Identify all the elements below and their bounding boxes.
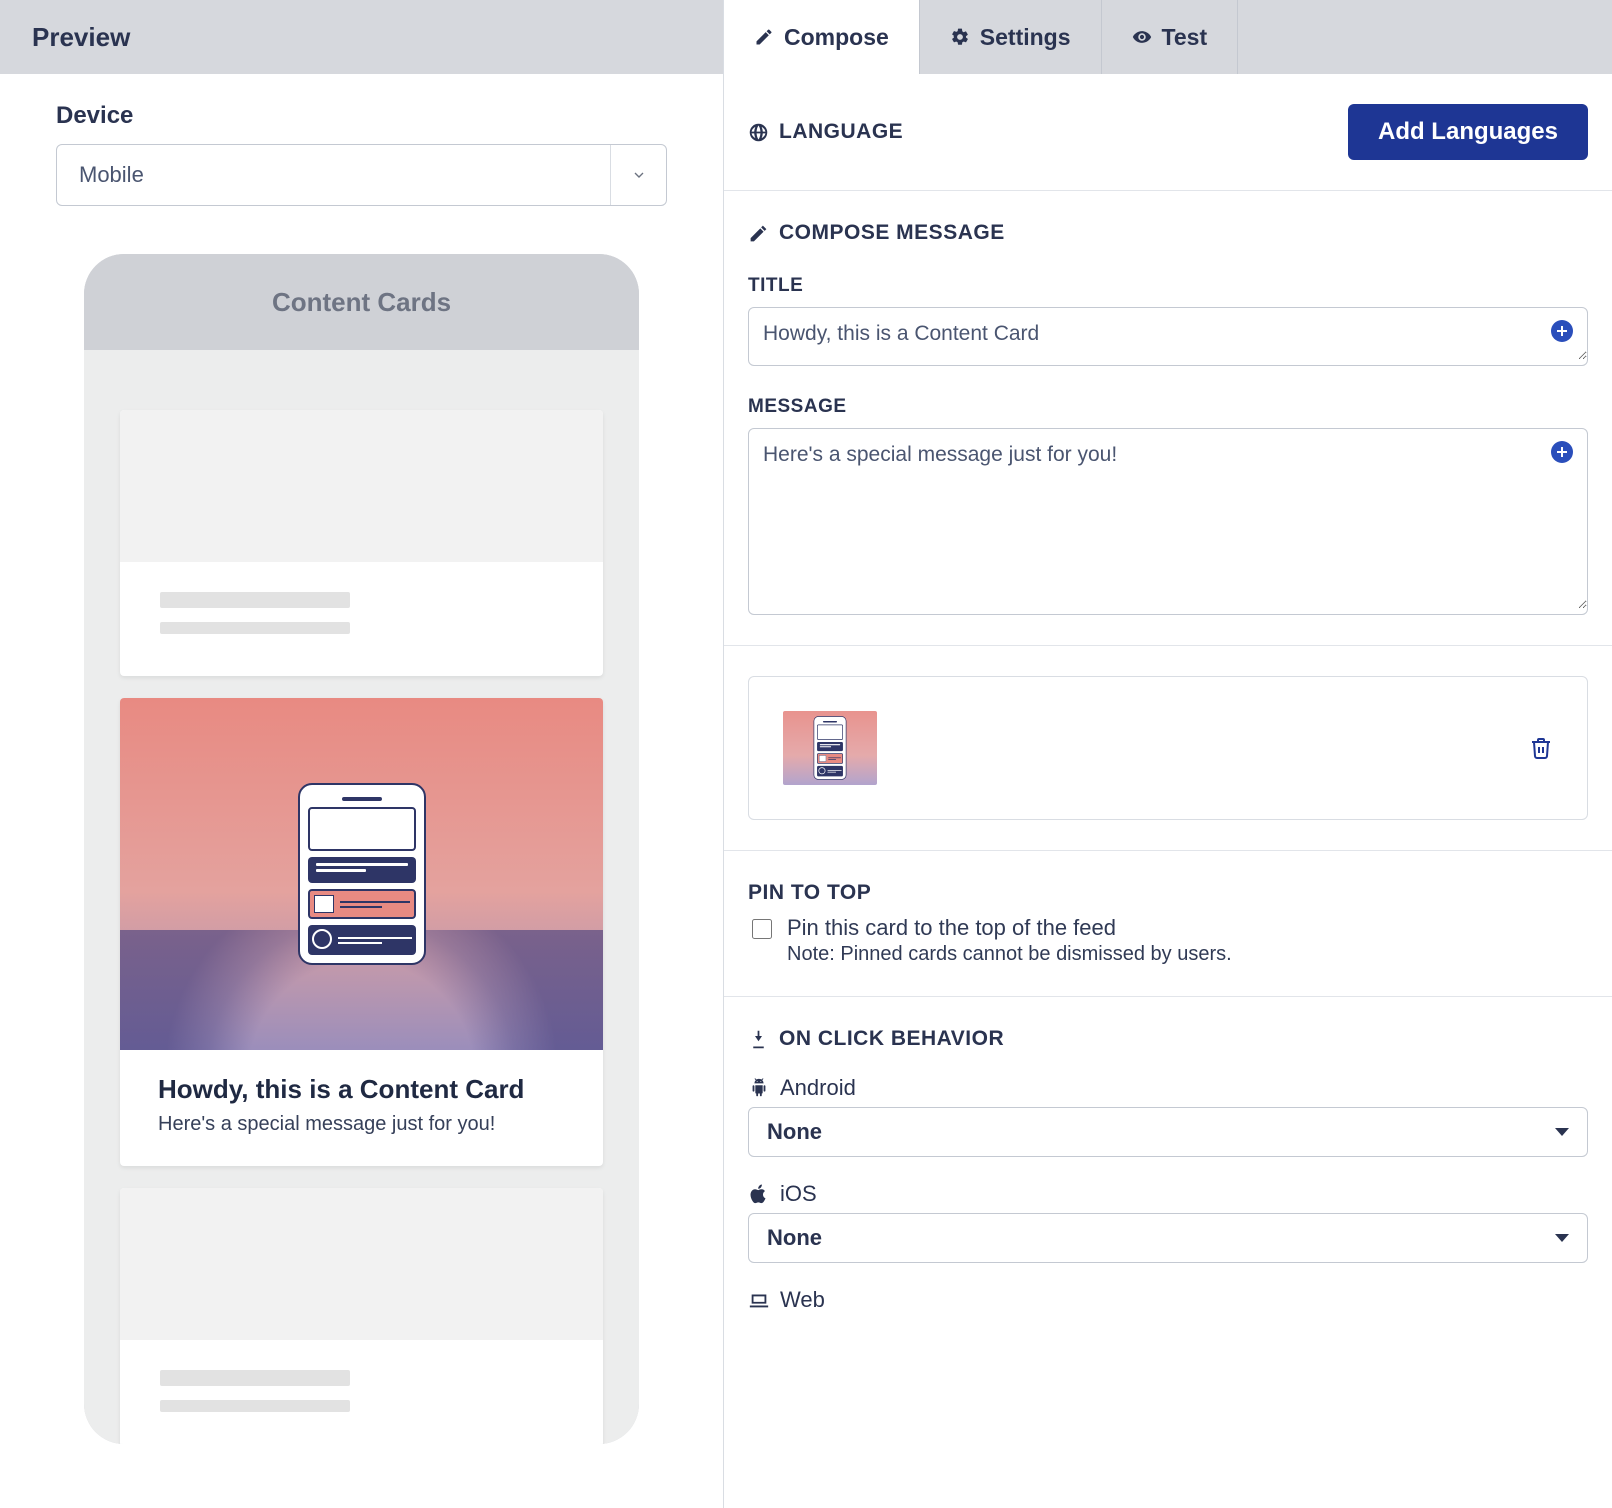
compose-pane: Compose Settings Test LANGUAGE Add Langu… bbox=[724, 0, 1612, 1508]
pin-header-label: PIN TO TOP bbox=[748, 881, 871, 905]
phone-mockup: Content Cards bbox=[84, 254, 639, 1444]
tab-test-label: Test bbox=[1162, 24, 1208, 51]
content-card: Howdy, this is a Content Card Here's a s… bbox=[120, 698, 603, 1166]
placeholder-card bbox=[120, 1188, 603, 1444]
tab-compose-label: Compose bbox=[784, 24, 889, 51]
message-plus-icon[interactable] bbox=[1551, 441, 1573, 463]
language-header: LANGUAGE bbox=[748, 120, 903, 144]
ios-select[interactable]: None bbox=[748, 1213, 1588, 1263]
preview-header: Preview bbox=[0, 0, 723, 74]
tab-compose[interactable]: Compose bbox=[724, 0, 920, 74]
preview-title: Preview bbox=[32, 22, 130, 53]
language-section: LANGUAGE Add Languages bbox=[724, 74, 1612, 191]
title-input[interactable] bbox=[749, 308, 1587, 360]
message-input[interactable] bbox=[749, 429, 1587, 609]
device-select-value: Mobile bbox=[79, 162, 144, 188]
android-row: Android None bbox=[748, 1075, 1588, 1157]
apple-icon bbox=[748, 1183, 770, 1205]
phone-header-title: Content Cards bbox=[272, 287, 451, 318]
edit-icon bbox=[748, 223, 769, 244]
preview-pane: Preview Device Mobile Content Cards bbox=[0, 0, 724, 1508]
android-select[interactable]: None bbox=[748, 1107, 1588, 1157]
device-select[interactable]: Mobile bbox=[56, 144, 667, 206]
title-plus-icon[interactable] bbox=[1551, 320, 1573, 342]
title-input-wrap bbox=[748, 307, 1588, 366]
content-card-message: Here's a special message just for you! bbox=[158, 1113, 565, 1136]
compose-scroll[interactable]: LANGUAGE Add Languages COMPOSE MESSAGE T… bbox=[724, 74, 1612, 1508]
compose-header-label: COMPOSE MESSAGE bbox=[779, 221, 1005, 245]
trash-icon[interactable] bbox=[1529, 736, 1553, 760]
pin-section: PIN TO TOP Pin this card to the top of t… bbox=[724, 851, 1612, 997]
web-row: Web bbox=[748, 1287, 1588, 1313]
chevron-down-icon bbox=[610, 145, 666, 205]
mini-phone-illustration bbox=[298, 783, 426, 965]
ios-select-value: None bbox=[767, 1225, 822, 1251]
phone-mockup-wrap: Content Cards bbox=[0, 206, 723, 1508]
gear-icon bbox=[950, 27, 970, 47]
ios-row: iOS None bbox=[748, 1181, 1588, 1263]
compose-message-section: COMPOSE MESSAGE TITLE MESSAGE bbox=[724, 191, 1612, 646]
android-label: Android bbox=[780, 1075, 856, 1101]
pin-note: Note: Pinned cards cannot be dismissed b… bbox=[787, 943, 1232, 966]
message-input-wrap bbox=[748, 428, 1588, 615]
device-block: Device Mobile bbox=[0, 74, 723, 206]
content-card-image bbox=[120, 698, 603, 1050]
message-label: MESSAGE bbox=[748, 396, 1588, 418]
click-header-label: ON CLICK BEHAVIOR bbox=[779, 1027, 1004, 1051]
click-header: ON CLICK BEHAVIOR bbox=[748, 1027, 1588, 1051]
android-select-value: None bbox=[767, 1119, 822, 1145]
add-languages-button[interactable]: Add Languages bbox=[1348, 104, 1588, 160]
pointer-icon bbox=[748, 1029, 769, 1050]
language-header-label: LANGUAGE bbox=[779, 120, 903, 144]
web-label: Web bbox=[780, 1287, 825, 1313]
tab-settings[interactable]: Settings bbox=[920, 0, 1102, 74]
title-label: TITLE bbox=[748, 275, 1588, 297]
ios-label: iOS bbox=[780, 1181, 817, 1207]
tab-test[interactable]: Test bbox=[1102, 0, 1239, 74]
chevron-down-icon bbox=[1555, 1234, 1569, 1242]
content-card-title: Howdy, this is a Content Card bbox=[158, 1074, 565, 1105]
click-behavior-section: ON CLICK BEHAVIOR Android None iOS bbox=[724, 997, 1612, 1349]
tabs: Compose Settings Test bbox=[724, 0, 1612, 74]
phone-body: Howdy, this is a Content Card Here's a s… bbox=[84, 350, 639, 1444]
tab-settings-label: Settings bbox=[980, 24, 1071, 51]
eye-icon bbox=[1132, 27, 1152, 47]
image-thumbnail[interactable] bbox=[783, 711, 877, 785]
placeholder-card bbox=[120, 410, 603, 676]
image-attachment-section bbox=[724, 646, 1612, 851]
laptop-icon bbox=[748, 1289, 770, 1311]
pin-checkbox-label: Pin this card to the top of the feed bbox=[787, 915, 1232, 941]
globe-icon bbox=[748, 122, 769, 143]
pin-header: PIN TO TOP bbox=[748, 881, 1588, 905]
android-icon bbox=[748, 1077, 770, 1099]
chevron-down-icon bbox=[1555, 1128, 1569, 1136]
compose-header: COMPOSE MESSAGE bbox=[748, 221, 1588, 245]
image-attachment-card bbox=[748, 676, 1588, 820]
pencil-icon bbox=[754, 27, 774, 47]
pin-checkbox[interactable] bbox=[752, 919, 772, 939]
phone-header: Content Cards bbox=[84, 254, 639, 350]
device-label: Device bbox=[56, 102, 667, 130]
